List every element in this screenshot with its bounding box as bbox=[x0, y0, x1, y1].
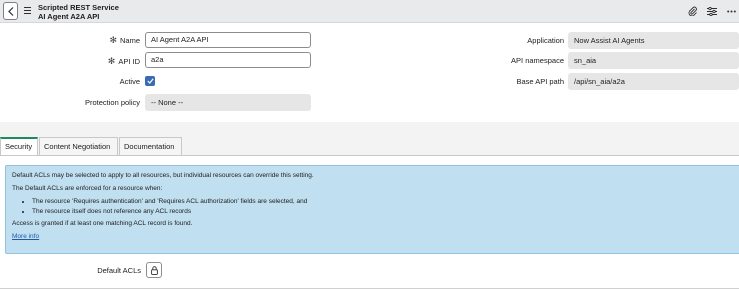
lock-icon bbox=[150, 265, 158, 275]
api-id-field[interactable]: a2a bbox=[145, 52, 311, 68]
settings-sliders-icon[interactable] bbox=[707, 6, 717, 16]
attachment-icon[interactable] bbox=[687, 6, 697, 16]
divider bbox=[0, 288, 739, 289]
info-text: The Default ACLs are enforced for a reso… bbox=[12, 185, 163, 192]
api-namespace-field: sn_aia bbox=[568, 52, 739, 69]
default-acls-lock-button[interactable] bbox=[146, 262, 162, 278]
name-field[interactable]: AI Agent A2A API bbox=[145, 32, 311, 48]
api-namespace-label: API namespace bbox=[511, 56, 564, 65]
info-list: The resource 'Requires authentication' a… bbox=[32, 197, 733, 216]
menu-icon[interactable] bbox=[24, 7, 31, 14]
tab-documentation[interactable]: Documentation bbox=[119, 137, 182, 155]
asterisk-icon: ✻ bbox=[107, 56, 116, 66]
more-icon[interactable] bbox=[726, 6, 736, 16]
header-title: Scripted REST Service AI Agent A2A API bbox=[38, 3, 119, 21]
base-api-path-label: Base API path bbox=[516, 77, 564, 86]
tab-content-negotiation[interactable]: Content Negotiation bbox=[39, 137, 118, 155]
protection-policy-label: Protection policy bbox=[84, 98, 140, 107]
base-api-path-field: /api/sn_aia/a2a bbox=[568, 73, 739, 90]
record-type: Scripted REST Service bbox=[38, 3, 119, 12]
more-info-link[interactable]: More info bbox=[12, 233, 39, 240]
active-label: Active bbox=[119, 77, 140, 86]
asterisk-icon: ✻ bbox=[109, 35, 117, 45]
form-header: Scripted REST Service AI Agent A2A API bbox=[0, 0, 739, 23]
protection-policy-select[interactable]: -- None -- bbox=[145, 94, 311, 111]
info-text: Access is granted if at least one matchi… bbox=[12, 220, 193, 227]
active-checkbox[interactable] bbox=[145, 76, 155, 86]
checkmark-icon bbox=[146, 78, 154, 84]
list-item: The resource itself does not reference a… bbox=[32, 207, 733, 217]
api-id-label: ✻ API ID bbox=[107, 56, 140, 66]
list-item: The resource 'Requires authentication' a… bbox=[32, 197, 733, 207]
record-name: AI Agent A2A API bbox=[38, 12, 100, 21]
application-label: Application bbox=[527, 36, 564, 45]
back-icon bbox=[7, 6, 13, 16]
default-acls-label: Default ACLs bbox=[97, 266, 141, 275]
name-label: ✻ Name bbox=[109, 35, 140, 45]
tab-security[interactable]: Security bbox=[0, 137, 38, 155]
info-text: Default ACLs may be selected to apply to… bbox=[12, 172, 314, 179]
back-button[interactable] bbox=[3, 2, 18, 20]
security-info-box: Default ACLs may be selected to apply to… bbox=[5, 165, 739, 254]
application-field: Now Assist AI Agents bbox=[568, 32, 739, 49]
